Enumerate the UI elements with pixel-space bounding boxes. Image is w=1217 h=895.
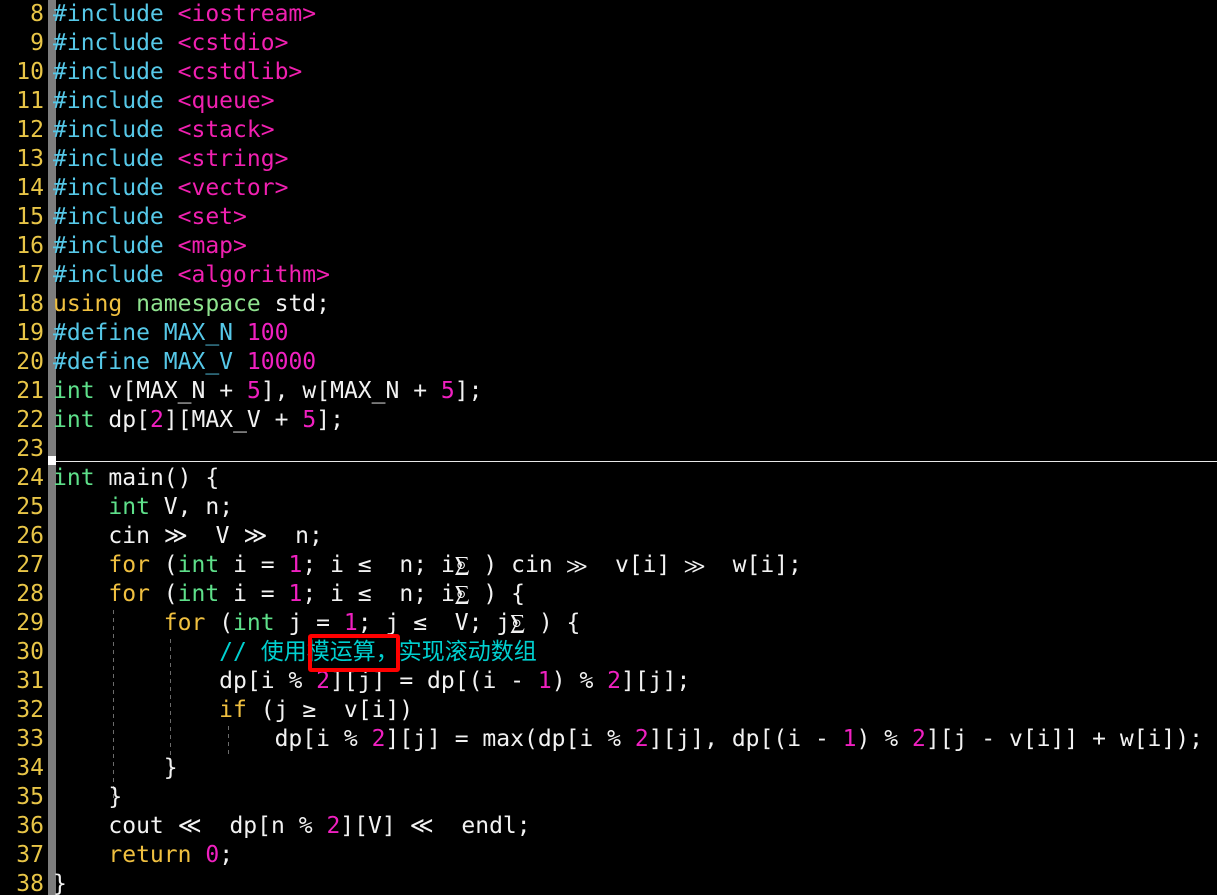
- line-number: 17: [16, 262, 44, 288]
- line-number: 36: [16, 813, 44, 839]
- line-content[interactable]: #include <cstdlib>: [53, 58, 302, 87]
- line-content[interactable]: return 0;: [53, 841, 233, 870]
- line-content[interactable]: int main() {: [53, 464, 219, 493]
- line-content[interactable]: if (j ≥ v[i]): [53, 696, 413, 725]
- line-number: 33: [16, 726, 44, 752]
- line-number: 34: [16, 755, 44, 781]
- code-editor[interactable]: 8 #include <iostream> 9 #include <cstdio> 10…: [0, 0, 1217, 895]
- line-content[interactable]: #include <cstdio>: [53, 29, 288, 58]
- line-content[interactable]: #define MAX_N 100: [53, 319, 288, 348]
- line-content[interactable]: int dp[2][MAX_V + 5];: [53, 406, 344, 435]
- line-content[interactable]: #include <stack>: [53, 116, 275, 145]
- line-content[interactable]: using namespace std;: [53, 290, 330, 319]
- line-number: 38: [16, 871, 44, 895]
- line-number: 31: [16, 668, 44, 694]
- line-number: 9: [30, 30, 44, 56]
- line-content[interactable]: }: [53, 870, 67, 895]
- line-content[interactable]: }: [53, 783, 122, 812]
- line-number: 35: [16, 784, 44, 810]
- line-number: 13: [16, 146, 44, 172]
- line-content[interactable]: for (int i = 1; i ≤ n; i⨊ ) {: [53, 580, 525, 609]
- line-content[interactable]: dp[i % 2][j] = dp[(i - 1) % 2][j];: [53, 667, 690, 696]
- line-content[interactable]: for (int i = 1; i ≤ n; i⨊ ) cin ≫ v[i] ≫…: [53, 551, 802, 580]
- line-content[interactable]: #include <queue>: [53, 87, 275, 116]
- line-number: 11: [16, 88, 44, 114]
- line-content[interactable]: #include <map>: [53, 232, 247, 261]
- line-number: 29: [16, 610, 44, 636]
- line-number: 20: [16, 349, 44, 375]
- line-number: 25: [16, 494, 44, 520]
- line-number: 28: [16, 581, 44, 607]
- line-content[interactable]: int V, n;: [53, 493, 233, 522]
- line-content[interactable]: cout ≪ dp[n % 2][V] ≪ endl;: [53, 812, 530, 841]
- line-number: 32: [16, 697, 44, 723]
- line-number: 16: [16, 233, 44, 259]
- code-line[interactable]: 33 dp[i % 2][j] = max(dp[i % 2][j], dp[(…: [0, 725, 1217, 754]
- line-number: 23: [16, 436, 44, 462]
- line-content[interactable]: // 使用模运算，实现滚动数组: [53, 638, 537, 667]
- line-number: 27: [16, 552, 44, 578]
- line-number: 10: [16, 59, 44, 85]
- line-number: 19: [16, 320, 44, 346]
- line-content[interactable]: for (int j = 1; j ≤ V; j⨊ ) {: [53, 609, 581, 638]
- line-content[interactable]: #include <set>: [53, 203, 247, 232]
- line-number: 12: [16, 117, 44, 143]
- line-content[interactable]: dp[i % 2][j] = max(dp[i % 2][j], dp[(i -…: [53, 725, 1203, 754]
- line-content[interactable]: #include <vector>: [53, 174, 288, 203]
- line-content[interactable]: }: [53, 754, 178, 783]
- line-number: 8: [30, 1, 44, 27]
- line-content[interactable]: int v[MAX_N + 5], w[MAX_N + 5];: [53, 377, 482, 406]
- line-content[interactable]: #define MAX_V 10000: [53, 348, 316, 377]
- line-content[interactable]: #include <iostream>: [53, 0, 316, 29]
- line-number: 24: [16, 465, 44, 491]
- line-content[interactable]: cin ≫ V ≫ n;: [53, 522, 322, 551]
- line-content[interactable]: #include <algorithm>: [53, 261, 330, 290]
- line-content[interactable]: #include <string>: [53, 145, 288, 174]
- line-number: 26: [16, 523, 44, 549]
- line-number: 15: [16, 204, 44, 230]
- line-number: 22: [16, 407, 44, 433]
- line-number: 21: [16, 378, 44, 404]
- line-number: 14: [16, 175, 44, 201]
- line-number: 18: [16, 291, 44, 317]
- line-number: 37: [16, 842, 44, 868]
- line-number: 30: [16, 639, 44, 665]
